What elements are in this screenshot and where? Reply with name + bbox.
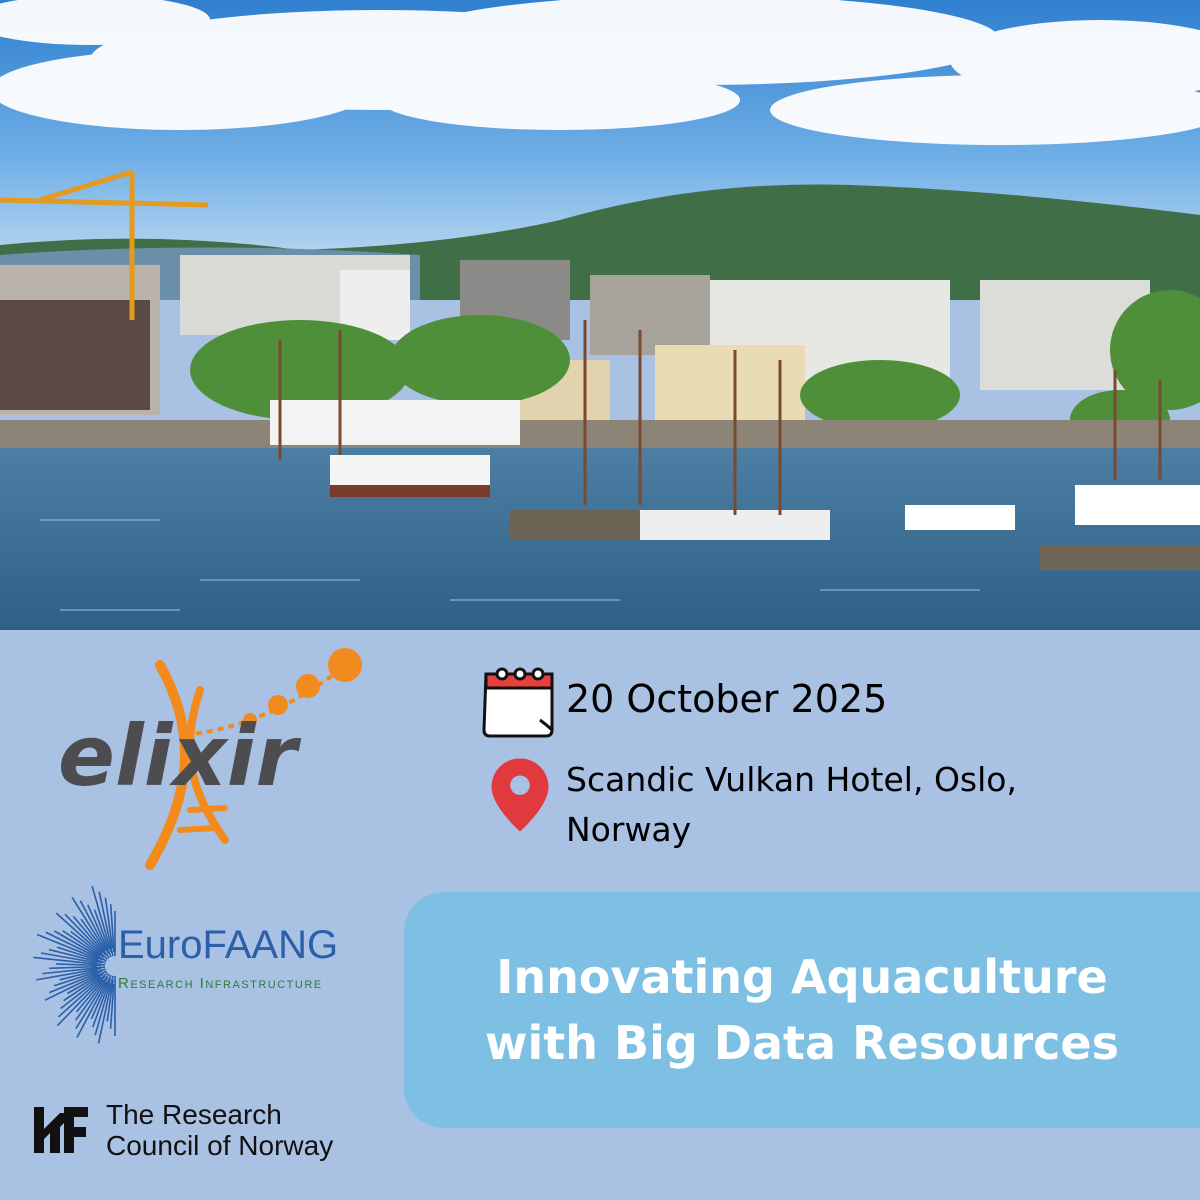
location-pin-icon	[491, 758, 549, 832]
event-date-row: 20 October 2025	[480, 660, 887, 740]
rcn-line-2: Council of Norway	[106, 1130, 334, 1161]
event-date: 20 October 2025	[566, 677, 888, 721]
elixir-wordmark: elixir	[58, 707, 302, 805]
event-location-row: Scandic Vulkan Hotel, Oslo, Norway	[480, 755, 1126, 855]
calendar-icon	[482, 667, 554, 738]
rcn-mark-icon	[34, 1107, 88, 1153]
eurofaang-subtitle: Research Infrastructure	[118, 975, 323, 992]
eurofaang-name: EuroFAANG	[118, 923, 338, 967]
event-title-banner: Innovating Aquaculture with Big Data Res…	[404, 892, 1200, 1128]
research-council-logo: The Research Council of Norway	[30, 1090, 390, 1170]
event-title-line-2: with Big Data Resources	[485, 1016, 1119, 1070]
event-location: Scandic Vulkan Hotel, Oslo, Norway	[566, 755, 1126, 855]
rcn-name: The Research Council of Norway	[106, 1099, 333, 1161]
event-poster: elixir EuroFAANG Research Infrastructure…	[0, 0, 1200, 1200]
event-title: Innovating Aquaculture with Big Data Res…	[485, 944, 1119, 1076]
event-location-line-2: Norway	[566, 810, 692, 849]
oslo-harbour-photo	[0, 0, 1200, 630]
rcn-line-1: The Research	[106, 1099, 282, 1130]
event-location-line-1: Scandic Vulkan Hotel, Oslo,	[566, 760, 1017, 799]
elixir-logo: elixir	[58, 648, 362, 870]
event-title-line-1: Innovating Aquaculture	[496, 950, 1108, 1004]
eurofaang-logo: EuroFAANG Research Infrastructure	[33, 885, 338, 1044]
